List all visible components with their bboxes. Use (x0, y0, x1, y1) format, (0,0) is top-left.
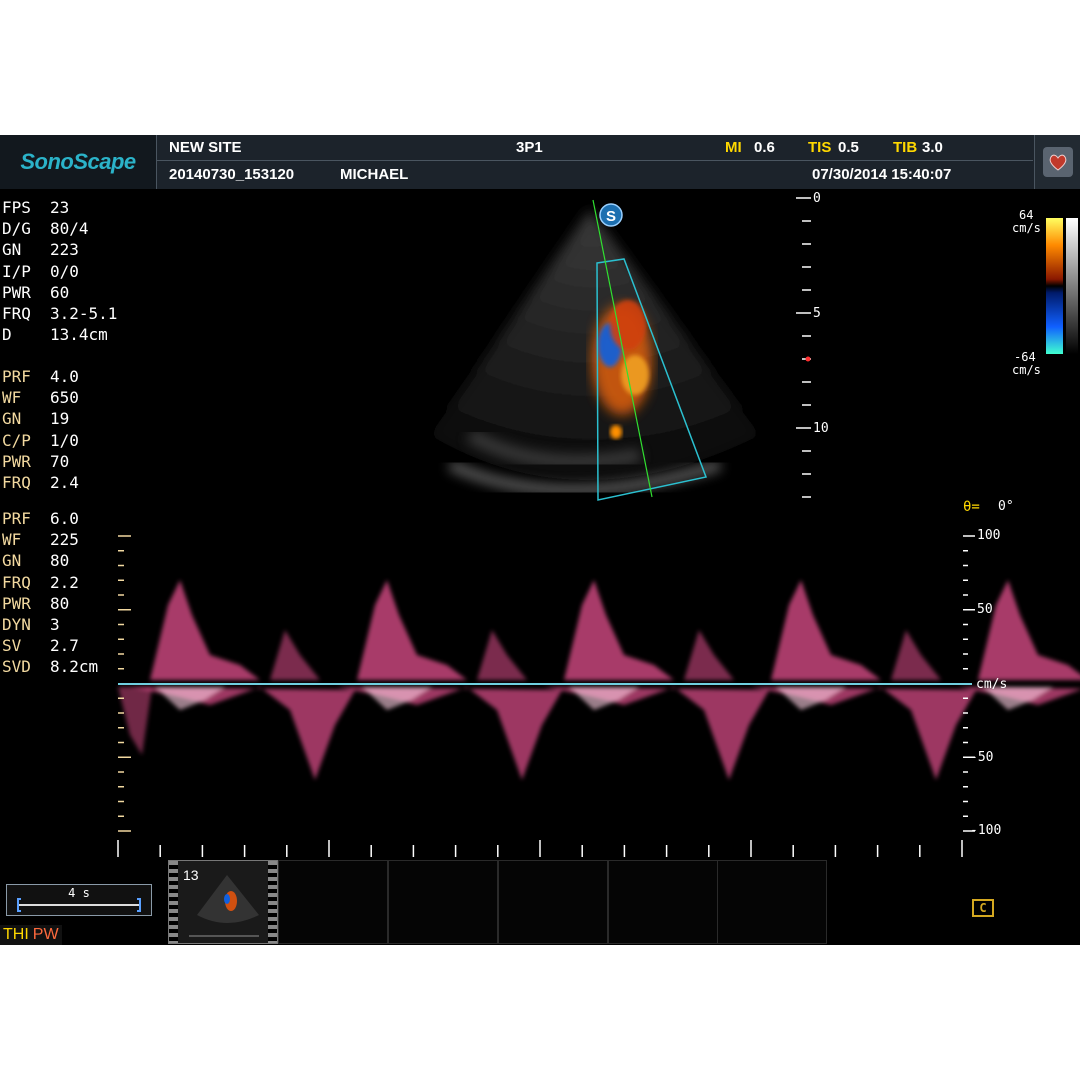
velocity-unit: cm/s (976, 677, 1008, 692)
time-scale-label: 4 s (68, 886, 90, 900)
mode-indicator: THI PW (0, 925, 62, 945)
time-scale-bar[interactable]: 4 s (6, 884, 152, 916)
thumbnail-slot-2[interactable] (278, 860, 388, 944)
thumbnail-slot-4[interactable] (498, 860, 608, 944)
depth-label-10: 10 (813, 421, 829, 436)
depth-label-5: 5 (813, 306, 821, 321)
time-scale-left-handle[interactable] (17, 898, 21, 912)
ultrasound-screen: SonoScape NEW SITE 3P1 MI 0.6 TIS 0.5 TI… (0, 135, 1080, 945)
thumbnail-slot-5[interactable] (608, 860, 718, 944)
angle-value: 0° (998, 499, 1014, 514)
time-scale-track (19, 904, 139, 906)
thumbnail-active[interactable]: 13 (168, 860, 278, 944)
thi-label: THI (3, 926, 29, 943)
color-scale-top: 64 (1019, 208, 1034, 222)
thumbnail-slot-6[interactable] (717, 860, 827, 944)
color-scale-bottom: -64 (1014, 350, 1036, 364)
thumbnail-image (189, 875, 259, 937)
thumbnail-slot-3[interactable] (388, 860, 498, 944)
velocity-label-100: 100 (977, 528, 1001, 543)
color-scale-unit-top: cm/s (1012, 221, 1041, 235)
pw-label: PW (32, 926, 59, 943)
velocity-label-minus50: -50 (970, 750, 994, 765)
color-scale-unit-bottom: cm/s (1012, 363, 1041, 377)
velocity-label-minus100: -100 (970, 823, 1002, 838)
time-scale-right-handle[interactable] (137, 898, 141, 912)
angle-label: θ= (963, 499, 980, 515)
cine-icon[interactable]: C (972, 899, 994, 917)
velocity-label-50: 50 (977, 602, 993, 617)
depth-label-0: 0 (813, 191, 821, 206)
